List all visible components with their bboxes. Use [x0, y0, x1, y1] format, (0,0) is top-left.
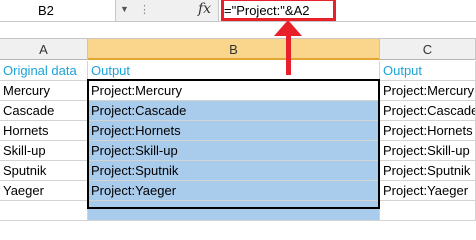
cell-b1[interactable]: Output — [88, 61, 380, 81]
cell-c1[interactable]: Output — [380, 61, 476, 81]
cell-c4[interactable]: Project:Hornets — [380, 121, 476, 141]
cell-a7[interactable]: Yaeger — [0, 181, 88, 201]
cell-a2[interactable]: Mercury — [0, 81, 88, 101]
cell-c7[interactable]: Project:Yaeger — [380, 181, 476, 201]
name-box-dropdown-icon[interactable]: ▼ — [120, 4, 129, 14]
column-header-b[interactable]: B — [88, 39, 380, 60]
cell-c2[interactable]: Project:Mercury — [380, 81, 476, 101]
cell-a3[interactable]: Cascade — [0, 101, 88, 121]
insert-function-icon[interactable]: fx — [198, 1, 211, 17]
column-header-c[interactable]: C — [380, 39, 476, 60]
cell-a5[interactable]: Skill-up — [0, 141, 88, 161]
cell-a1[interactable]: Original data — [0, 61, 88, 81]
column-header-row: A B C — [0, 38, 476, 60]
cell-c8[interactable] — [380, 201, 476, 221]
column-header-a[interactable]: A — [0, 39, 88, 60]
annotation-arrow-shaft — [286, 33, 291, 75]
selection-range-outline — [87, 79, 380, 209]
cell-c3[interactable]: Project:Cascade — [380, 101, 476, 121]
table-row: Original data Output Output — [0, 61, 476, 81]
formula-highlight-box — [221, 0, 336, 21]
name-box[interactable]: B2 — [0, 0, 116, 21]
cell-c5[interactable]: Project:Skill-up — [380, 141, 476, 161]
name-box-value: B2 — [38, 3, 54, 18]
cell-a8[interactable] — [0, 201, 88, 221]
cell-c6[interactable]: Project:Sputnik — [380, 161, 476, 181]
cell-a4[interactable]: Hornets — [0, 121, 88, 141]
cell-a6[interactable]: Sputnik — [0, 161, 88, 181]
formula-bar-splitter-icon[interactable]: ⋮ — [139, 3, 150, 16]
